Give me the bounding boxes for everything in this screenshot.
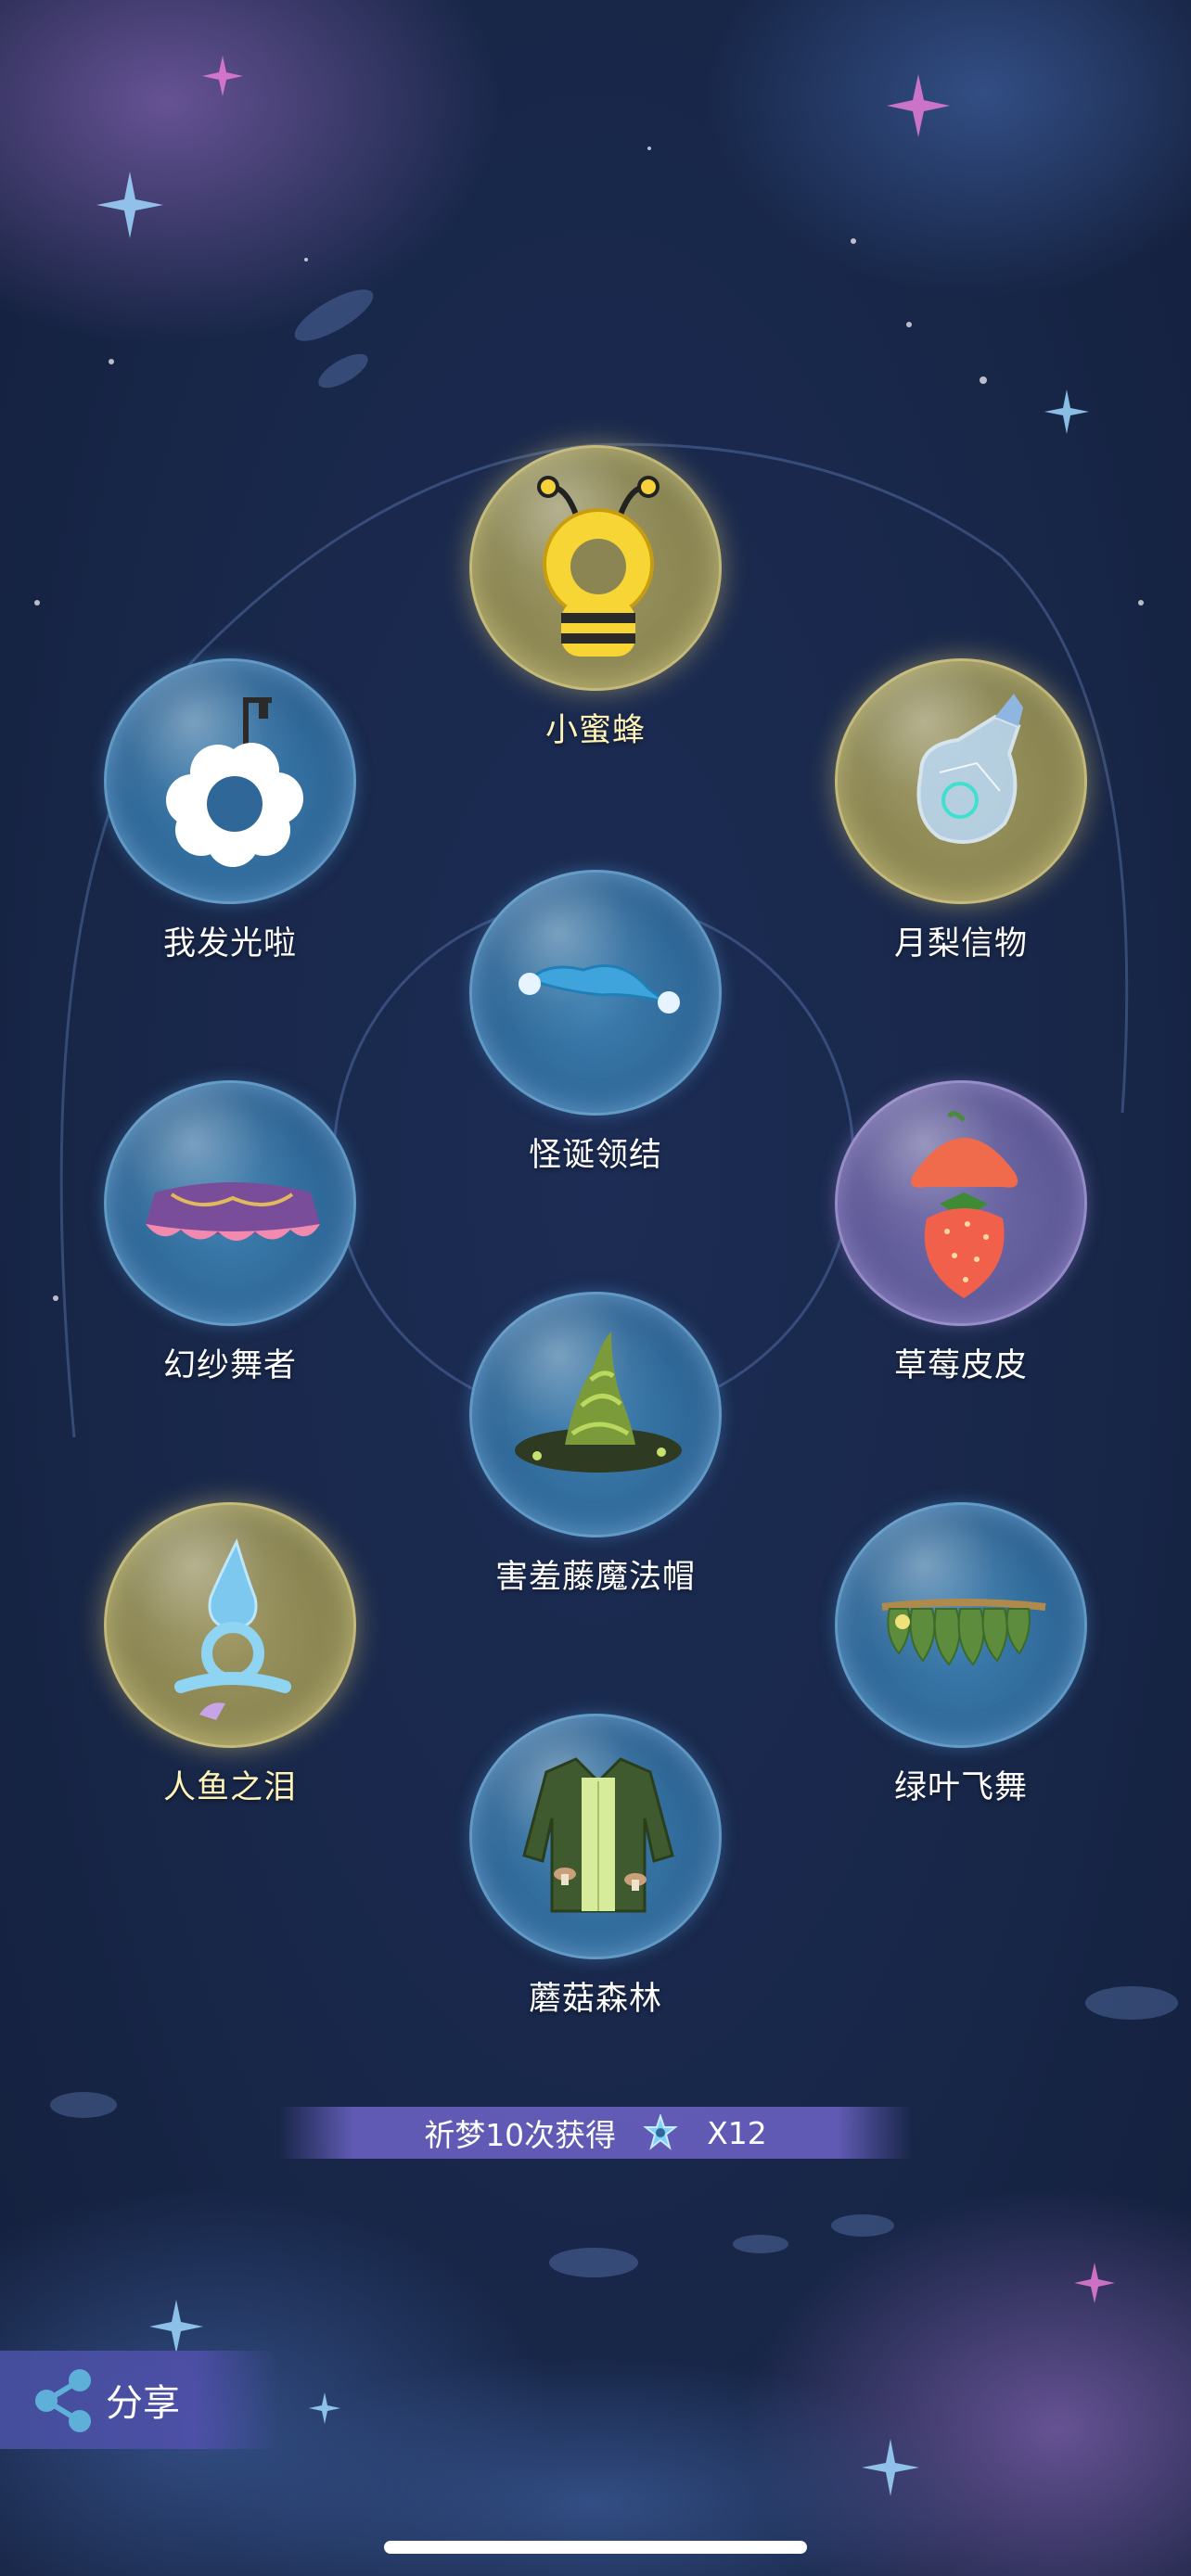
item-name-label: 我发光啦: [162, 925, 297, 963]
bubble[interactable]: [104, 658, 356, 904]
bubble-item-moon-pear-token[interactable]: 月梨信物: [822, 658, 1100, 964]
bubble-item-whimsical-bowtie[interactable]: 怪诞领结: [456, 870, 735, 1176]
bubble[interactable]: [835, 658, 1087, 904]
bubble[interactable]: [469, 1292, 722, 1537]
bowtie-icon: [519, 964, 680, 1014]
item-name-label: 绿叶飞舞: [893, 1769, 1028, 1806]
vine-wizard-hat-icon: [515, 1332, 682, 1473]
tutu-skirt-icon: [146, 1182, 320, 1241]
item-name-label: 蘑菇森林: [528, 1981, 662, 2018]
share-button[interactable]: 分享: [0, 2351, 278, 2449]
bubble-item-mermaid-tear[interactable]: 人鱼之泪: [91, 1502, 369, 1808]
home-indicator[interactable]: [384, 2541, 807, 2554]
bubble[interactable]: [835, 1502, 1087, 1748]
reward-bar: 祈梦10次获得 X12: [278, 2107, 913, 2159]
strawberry-outfit-icon: [911, 1111, 1018, 1298]
bubble[interactable]: [469, 1714, 722, 1959]
bubble-item-i-glow[interactable]: 我发光啦: [91, 658, 369, 964]
bubble[interactable]: [104, 1502, 356, 1748]
bubble-item-mushroom-forest[interactable]: 蘑菇森林: [456, 1714, 735, 2020]
bubble-item-little-bee[interactable]: 小蜜蜂: [456, 445, 735, 751]
reward-text: 祈梦10次获得: [424, 2117, 617, 2153]
mermaid-tear-necklace-icon: [174, 1537, 291, 1720]
crystal-bottle-icon: [916, 694, 1023, 844]
bubble-item-strawberry-pipi[interactable]: 草莓皮皮: [822, 1080, 1100, 1386]
item-name-label: 小蜜蜂: [544, 712, 646, 749]
bee-hood-icon: [537, 476, 660, 657]
bubble-item-shy-vine-wizard-hat[interactable]: 害羞藤魔法帽: [456, 1292, 735, 1598]
reward-count: X12: [707, 2114, 767, 2151]
mushroom-forest-jacket-icon: [522, 1757, 674, 1913]
item-name-label: 害羞藤魔法帽: [494, 1559, 696, 1596]
item-name-label: 幻纱舞者: [162, 1347, 297, 1384]
share-label: 分享: [106, 2382, 180, 2425]
item-name-label: 月梨信物: [893, 925, 1028, 963]
bubble[interactable]: [835, 1080, 1087, 1326]
bubble[interactable]: [469, 870, 722, 1116]
bubble-item-green-leaf-dance[interactable]: 绿叶飞舞: [822, 1502, 1100, 1808]
bubble-item-veil-dancer[interactable]: 幻纱舞者: [91, 1080, 369, 1386]
item-name-label: 怪诞领结: [528, 1137, 662, 1174]
share-icon: [35, 2369, 91, 2432]
item-name-label: 人鱼之泪: [162, 1769, 297, 1806]
item-name-label: 草莓皮皮: [893, 1347, 1028, 1384]
bubble[interactable]: [469, 445, 722, 691]
bubble[interactable]: [104, 1080, 356, 1326]
blue-star-icon: [643, 2114, 679, 2150]
glowing-cloud-collar-icon: [166, 697, 303, 867]
leaf-skirt-icon: [881, 1599, 1046, 1666]
